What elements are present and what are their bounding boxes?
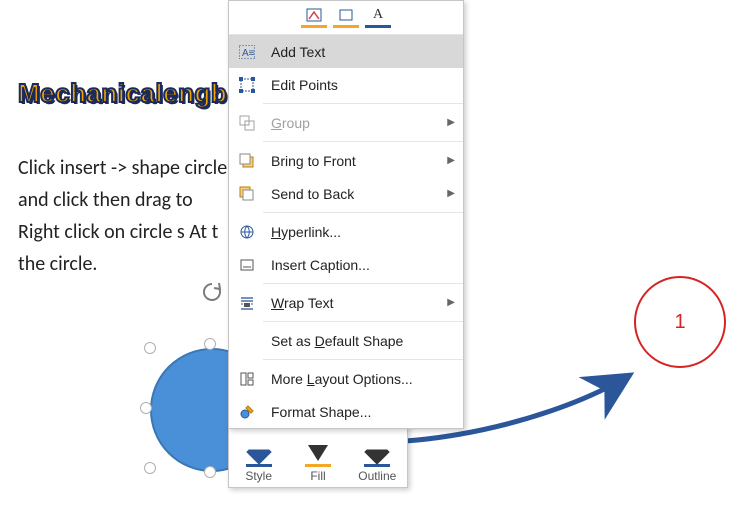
menu-item-label: Format Shape... [271,404,455,420]
instruction-line: and click then drag to [18,184,227,216]
submenu-arrow-icon: ▶ [445,155,455,166]
menu-separator [263,103,463,104]
menu-item-edit-points[interactable]: Edit Points [229,68,463,101]
outline-icon [350,431,405,461]
menu-item-group: Group▶ [229,106,463,139]
layout-options-icon [237,369,257,389]
edit-points-icon [237,75,257,95]
fill-icon [290,431,345,461]
group-icon [237,113,257,133]
menu-item-set-as-default-shape[interactable]: Set as Default Shape [229,324,463,357]
resize-handle-sw[interactable] [144,462,156,474]
mini-format-row: A [229,1,463,35]
menu-item-send-to-back[interactable]: Send to Back▶ [229,177,463,210]
submenu-arrow-icon: ▶ [445,297,455,308]
shape-mini-toolbar: Style Fill Outline [228,424,408,488]
outline-button[interactable]: Outline [348,425,407,487]
shape-context-menu: A A≡Add TextEdit PointsGroup▶Bring to Fr… [228,0,464,429]
caption-icon [237,255,257,275]
menu-item-label: Edit Points [271,77,455,93]
instruction-text: Click insert -> shape circle and click t… [18,152,227,280]
resize-handle-s[interactable] [204,466,216,478]
style-mini-icon[interactable] [301,5,327,28]
submenu-arrow-icon: ▶ [445,117,455,128]
instruction-line: Click insert -> shape circle [18,152,227,184]
style-button[interactable]: Style [229,425,288,487]
menu-item-format-shape[interactable]: Format Shape... [229,395,463,428]
menu-item-label: Bring to Front [271,153,445,169]
style-icon [231,431,286,461]
wrap-text-icon [237,293,257,313]
resize-handle-w[interactable] [140,402,152,414]
style-label: Style [231,469,286,483]
menu-item-bring-to-front[interactable]: Bring to Front▶ [229,144,463,177]
menu-separator [263,212,463,213]
rotate-handle-icon[interactable] [200,280,224,304]
menu-item-insert-caption[interactable]: Insert Caption... [229,248,463,281]
menu-item-wrap-text[interactable]: Wrap Text▶ [229,286,463,319]
svg-text:A≡: A≡ [242,48,255,59]
menu-item-label: Set as Default Shape [271,333,455,349]
menu-item-label: Insert Caption... [271,257,455,273]
menu-separator [263,321,463,322]
resize-handle-n[interactable] [204,338,216,350]
fill-mini-icon[interactable] [333,5,359,28]
menu-item-label: Add Text [271,44,455,60]
outline-label: Outline [350,469,405,483]
menu-item-label: Hyperlink... [271,224,455,240]
bring-front-icon [237,151,257,171]
submenu-arrow-icon: ▶ [445,188,455,199]
resize-handle-nw[interactable] [144,342,156,354]
menu-item-label: More Layout Options... [271,371,455,387]
format-shape-icon [237,402,257,422]
add-text-icon: A≡ [237,42,257,62]
menu-item-hyperlink[interactable]: Hyperlink... [229,215,463,248]
menu-separator [263,359,463,360]
menu-separator [263,141,463,142]
result-label: 1 [674,311,685,334]
outline-mini-icon[interactable]: A [365,5,391,28]
fill-label: Fill [290,469,345,483]
result-circle: 1 [634,276,726,368]
menu-item-label: Wrap Text [271,295,445,311]
menu-item-label: Group [271,115,445,131]
hyperlink-icon [237,222,257,242]
menu-separator [263,283,463,284]
menu-item-label: Send to Back [271,186,445,202]
fill-button[interactable]: Fill [288,425,347,487]
menu-item-add-text[interactable]: A≡ Add Text [229,35,463,68]
send-back-icon [237,184,257,204]
instruction-line: Right click on circle s At t [18,216,227,248]
menu-item-more-layout-options[interactable]: More Layout Options... [229,362,463,395]
instruction-line: the circle. [18,248,227,280]
blank-icon [237,331,257,351]
